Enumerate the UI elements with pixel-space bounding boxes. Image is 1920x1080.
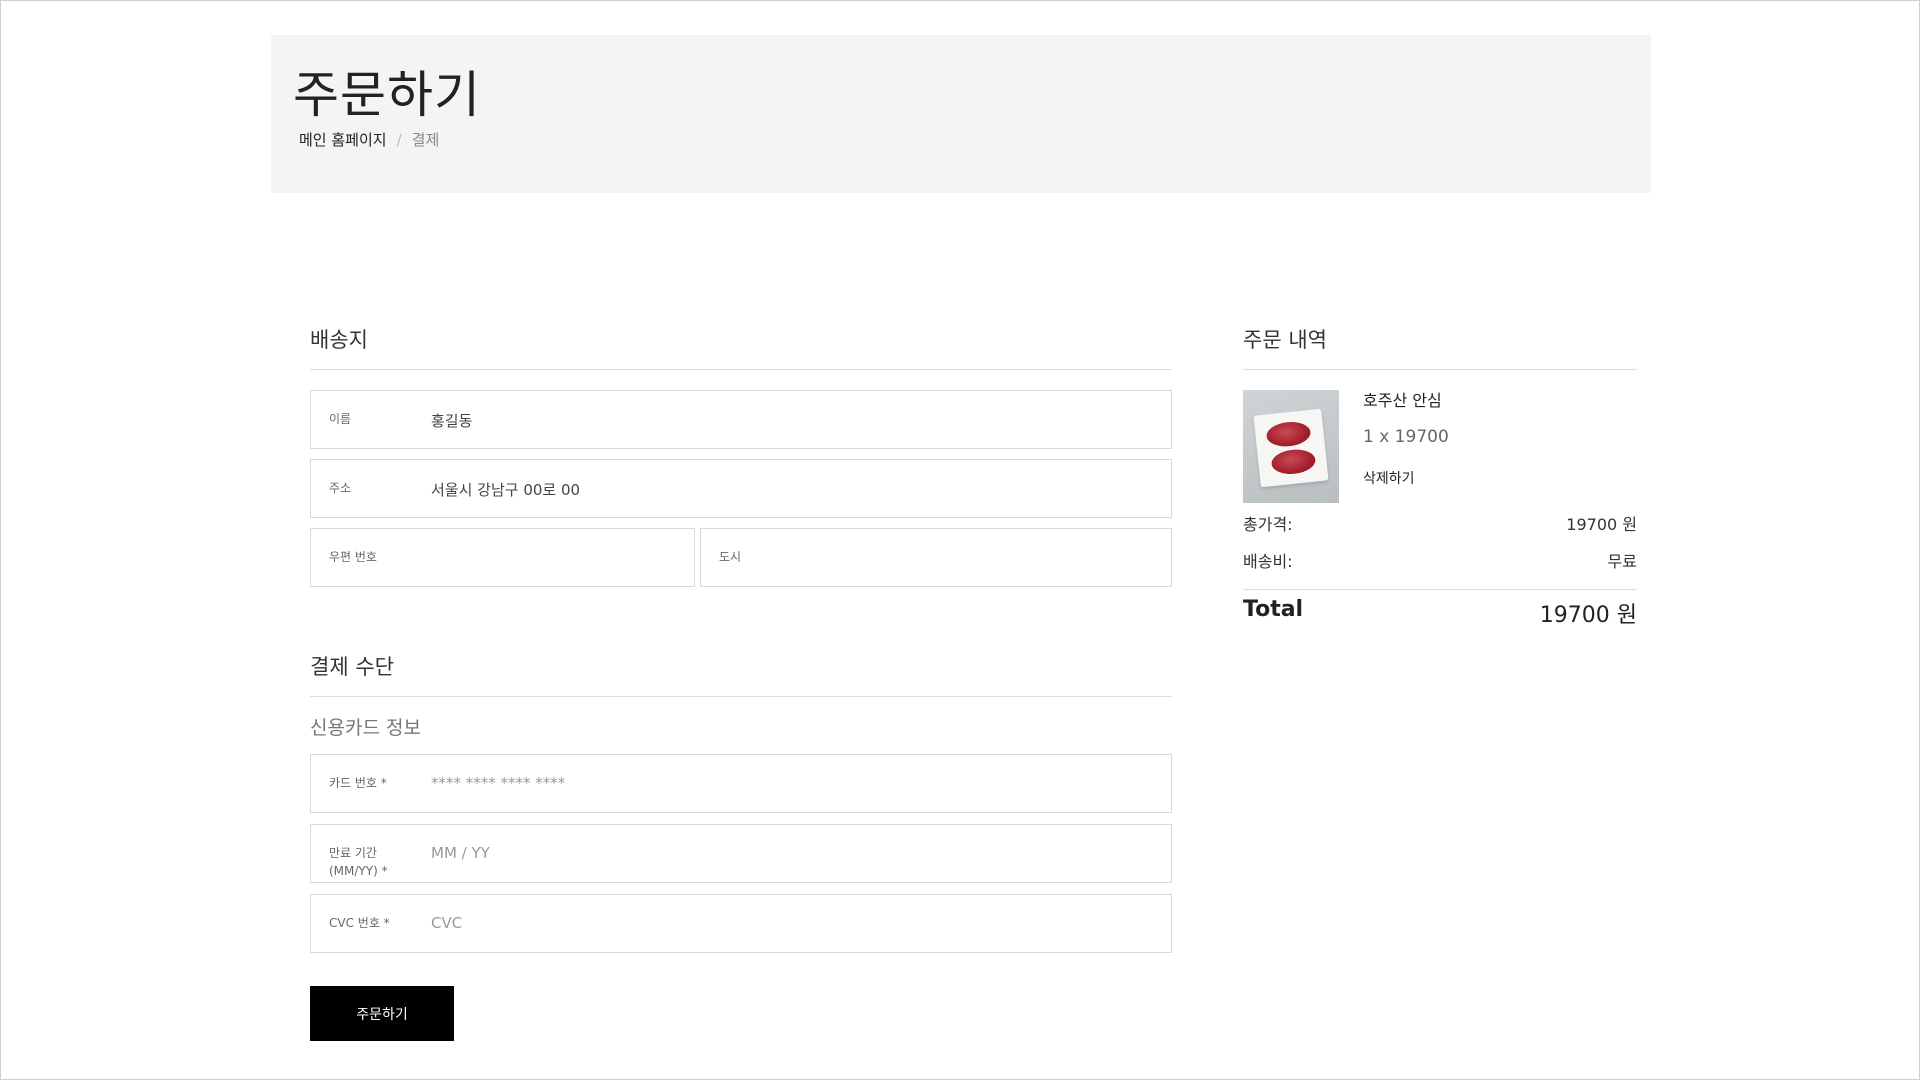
cvc-field[interactable]: CVC 번호 * CVC [310,894,1172,953]
credit-card-subtitle: 신용카드 정보 [310,717,421,739]
page-frame: 주문하기 메인 홈페이지 / 결제 배송지 이름 홍길동 주소 서울시 강남구 … [0,0,1920,1080]
breadcrumb-separator: / [396,130,402,149]
remove-item-link[interactable]: 삭제하기 [1363,468,1415,488]
expiry-placeholder[interactable]: MM / YY [431,844,490,862]
shipping-fee-label: 배송비: [1243,552,1293,571]
card-number-placeholder[interactable]: **** **** **** **** [431,774,565,792]
product-image-plate [1253,408,1329,488]
name-field[interactable]: 이름 홍길동 [310,390,1172,449]
expiry-field-label-line1: 만료 기간 [329,846,377,860]
shipping-section-title: 배송지 [310,328,368,352]
subtotal-value: 19700 원 [1566,515,1637,534]
total-label: Total [1243,597,1304,622]
breadcrumb-home-link[interactable]: 메인 홈페이지 [299,129,387,150]
subtotal-label: 총가격: [1243,515,1293,534]
page-hero: 주문하기 메인 홈페이지 / 결제 [271,35,1651,193]
city-field[interactable]: 도시 [700,528,1172,587]
breadcrumb-current: 결제 [411,131,440,149]
name-field-value[interactable]: 홍길동 [431,410,472,431]
expiry-field[interactable]: 만료 기간 (MM/YY) * MM / YY [310,824,1172,883]
shipping-fee-row: 배송비: 무료 [1243,548,1637,572]
cvc-placeholder[interactable]: CVC [431,914,462,932]
product-image-steak [1265,419,1312,449]
card-number-field[interactable]: 카드 번호 * **** **** **** **** [310,754,1172,813]
address-field-value[interactable]: 서울시 강남구 00로 00 [431,479,580,500]
total-row: Total 19700 원 [1243,597,1637,629]
city-field-label: 도시 [719,550,742,564]
product-image-steak [1270,447,1317,477]
card-number-field-label: 카드 번호 * [329,776,387,790]
total-value: 19700 원 [1539,603,1637,628]
order-summary-divider [1243,369,1637,370]
place-order-button[interactable]: 주문하기 [310,986,454,1041]
address-field-label: 주소 [329,481,352,495]
expiry-field-label-line2: (MM/YY) * [329,864,388,878]
subtotal-row: 총가격: 19700 원 [1243,511,1637,535]
payment-section-title: 결제 수단 [310,655,394,679]
total-divider [1243,589,1637,590]
name-field-label: 이름 [329,412,352,426]
page-title: 주문하기 [293,66,481,124]
shipping-divider [310,369,1172,370]
shipping-fee-value: 무료 [1607,552,1637,571]
postal-code-field-label: 우편 번호 [329,550,377,564]
cvc-field-label: CVC 번호 * [329,916,390,930]
postal-code-field[interactable]: 우편 번호 [310,528,695,587]
product-quantity-price: 1 x 19700 [1363,427,1449,447]
breadcrumb: 메인 홈페이지 / 결제 [299,129,439,150]
address-field[interactable]: 주소 서울시 강남구 00로 00 [310,459,1172,518]
product-image [1243,390,1339,503]
payment-divider [310,696,1172,697]
product-name: 호주산 안심 [1363,391,1442,410]
order-summary-title: 주문 내역 [1243,328,1327,352]
